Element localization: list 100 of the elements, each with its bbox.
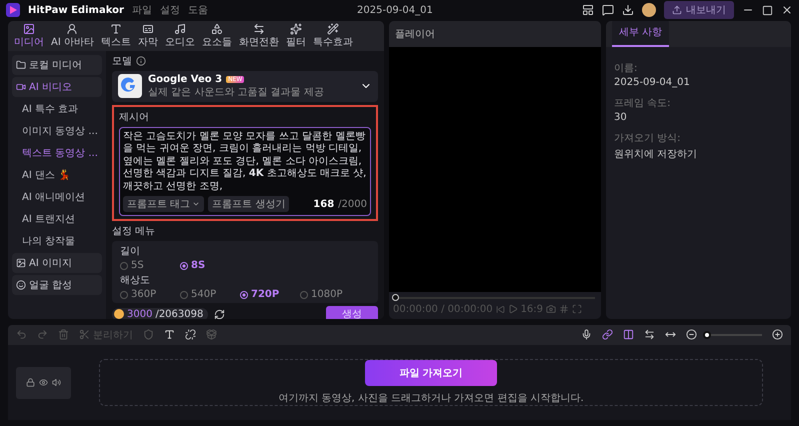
app-name: HitPaw Edimakor bbox=[28, 4, 124, 16]
text-icon[interactable] bbox=[164, 329, 175, 340]
media-tab[interactable]: 오디오 bbox=[164, 22, 195, 48]
speaker-icon[interactable] bbox=[52, 378, 61, 387]
credits-total: /2063098 bbox=[155, 308, 204, 318]
generate-button[interactable]: 생성 bbox=[326, 306, 378, 318]
field-value: 원위치에 저장하기 bbox=[614, 148, 698, 160]
info-icon[interactable] bbox=[136, 56, 146, 66]
export-button[interactable]: 내보내기 bbox=[664, 1, 734, 20]
prompt-tag-button[interactable]: 프롬프트 생성기 bbox=[208, 196, 290, 212]
face-icon bbox=[16, 280, 26, 290]
feedback-icon[interactable] bbox=[602, 4, 614, 16]
sidebar-subitem[interactable]: 텍스트 동영상 ... bbox=[12, 142, 102, 162]
radio-button[interactable] bbox=[180, 290, 188, 298]
eye-icon[interactable] bbox=[39, 378, 48, 387]
sidebar-label: 얼굴 합성 bbox=[29, 278, 72, 292]
media-tab[interactable]: 요소들 bbox=[202, 22, 232, 48]
lock-icon[interactable] bbox=[26, 378, 35, 387]
sparkle-icon bbox=[290, 22, 302, 34]
sidebar-subitem[interactable]: 나의 창작물 bbox=[12, 230, 102, 250]
radio-button[interactable] bbox=[240, 290, 248, 298]
menu-item[interactable]: 도움 bbox=[188, 3, 208, 18]
radio-button[interactable] bbox=[180, 262, 188, 270]
scrubber-handle[interactable] bbox=[392, 294, 399, 300]
image-icon bbox=[16, 258, 26, 268]
subtitles-icon bbox=[142, 22, 154, 34]
sidebar-subitem[interactable]: AI 애니메이션 bbox=[12, 186, 102, 206]
sidebar-item[interactable]: 얼굴 합성 bbox=[12, 274, 102, 294]
sidebar-subitem[interactable]: AI 트랜지션 bbox=[12, 208, 102, 228]
media-tab[interactable]: 필터 bbox=[286, 22, 306, 48]
import-file-button[interactable]: 파일 가져오기 bbox=[365, 360, 497, 386]
radio-option[interactable]: 1080P bbox=[300, 289, 356, 300]
zoom-out-icon[interactable] bbox=[686, 329, 697, 340]
app-logo-icon bbox=[6, 3, 20, 18]
timecode: 00:00:00 / 00:00:00 bbox=[393, 304, 493, 314]
image-icon bbox=[23, 22, 35, 34]
sidebar-subitem[interactable]: 이미지 동영상 ... bbox=[12, 120, 102, 140]
zoom-handle[interactable] bbox=[703, 330, 711, 339]
media-tab[interactable]: 화면전환 bbox=[238, 22, 279, 48]
drop-hint: 여기까지 동영상, 사진을 드래그하거나 가져오면 편집을 시작합니다. bbox=[278, 392, 584, 405]
sidebar-subitem[interactable]: AI 댄스 💃 bbox=[12, 164, 102, 184]
field-value: 30 bbox=[614, 112, 628, 122]
model-name: Google Veo 3 bbox=[148, 74, 222, 84]
details-tab[interactable]: 세부 사항 bbox=[612, 20, 670, 46]
sidebar-label: 로컬 미디어 bbox=[29, 58, 82, 72]
radio-option[interactable]: 540P bbox=[180, 289, 236, 300]
columns-icon[interactable] bbox=[623, 329, 634, 340]
microphone-icon[interactable] bbox=[581, 329, 592, 340]
media-tab[interactable]: AI 아바타 bbox=[51, 22, 94, 48]
radio-button[interactable] bbox=[120, 290, 128, 298]
radio-option[interactable]: 360P bbox=[120, 289, 176, 300]
model-label: 모델 bbox=[112, 54, 132, 68]
maximize-icon[interactable] bbox=[762, 4, 773, 16]
refresh-icon[interactable] bbox=[214, 308, 226, 318]
radio-button[interactable] bbox=[300, 290, 308, 298]
prompt-tag-button[interactable]: 프롬프트 태그 bbox=[123, 196, 204, 212]
menu-item[interactable]: 설정 bbox=[160, 3, 180, 18]
prompt-text: 작은 고슴도치가 멜론 모양 모자를 쓰고 달콤한 멜론빵을 먹는 귀여운 장면, 크림이 흘러내리는 먹방 디테일, 옆에는 멜론 젤리와 포도 경단, 멜론 소다 아이스크림, 선명한 색감과 디지트 질감, 4K 초고해상도 매크로 샷, 깨끗하고 선명한 조명, bbox=[123, 130, 367, 193]
media-tab[interactable]: 자막 bbox=[138, 22, 158, 48]
layout-icon[interactable] bbox=[582, 4, 594, 16]
sidebar-item[interactable]: AI 비디오 bbox=[12, 76, 102, 96]
video-icon bbox=[16, 82, 26, 92]
setting-label: 해상도 bbox=[120, 274, 151, 287]
prompt-field[interactable]: 작은 고슴도치가 멜론 모양 모자를 쓰고 달콤한 멜론빵을 먹는 귀여운 장면, 크림이 흘러내리는 먹방 디테일, 옆에는 멜론 젤리와 포도 경단, 멜론 소다 아이스크림, 선명한 색감과 디지트 질감, 4K 초고해상도 매크로 샷, 깨끗하고 선명한 조명, 프롬프트 태그 프롬프트 생성기 168 /2000 bbox=[119, 126, 371, 216]
upload-icon bbox=[672, 5, 682, 16]
credits-used: 3000 bbox=[127, 308, 152, 318]
setting-label: 길이 bbox=[120, 245, 141, 258]
radio-option[interactable]: 5S bbox=[120, 260, 176, 271]
google-logo-icon bbox=[118, 74, 142, 98]
media-tab[interactable]: 텍스트 bbox=[100, 22, 131, 48]
sidebar-item[interactable]: AI 이미지 bbox=[12, 252, 102, 272]
scissors-icon bbox=[79, 329, 90, 340]
player-title: 플레이어 bbox=[395, 28, 435, 40]
field-label: 이름: bbox=[614, 62, 638, 74]
music-note-icon bbox=[174, 22, 186, 34]
field-label: 가져오기 방식: bbox=[614, 132, 682, 144]
unlink-icon[interactable] bbox=[185, 329, 196, 340]
field-label: 프레임 속도: bbox=[614, 96, 672, 110]
prompt-label: 제시어 bbox=[119, 110, 150, 124]
avatar[interactable] bbox=[642, 3, 656, 18]
download-icon[interactable] bbox=[622, 4, 634, 16]
settings-label: 설정 메뉴 bbox=[112, 225, 156, 238]
zoom-in-icon[interactable] bbox=[772, 329, 783, 340]
media-tab[interactable]: 특수효과 bbox=[312, 22, 353, 48]
magic-wand-icon bbox=[326, 22, 339, 34]
media-tab[interactable]: 미디어 bbox=[14, 22, 44, 48]
sidebar-item[interactable]: 로컬 미디어 bbox=[12, 54, 102, 74]
radio-option[interactable]: 720P bbox=[240, 289, 296, 300]
sidebar-label: AI 이미지 bbox=[29, 256, 72, 270]
model-description: 실제 같은 사운드와 고품질 결과물 제공 bbox=[148, 86, 325, 98]
character-limit: /2000 bbox=[338, 198, 367, 210]
close-icon[interactable] bbox=[781, 4, 793, 16]
menu-item[interactable]: 파일 bbox=[132, 3, 152, 18]
radio-button[interactable] bbox=[120, 262, 128, 270]
character-count: 168 bbox=[313, 198, 334, 210]
radio-option[interactable]: 8S bbox=[180, 260, 236, 271]
shapes-icon bbox=[210, 22, 223, 34]
sidebar-subitem[interactable]: AI 특수 효과 bbox=[12, 98, 102, 118]
link-icon[interactable] bbox=[602, 329, 613, 340]
person-icon bbox=[66, 22, 78, 34]
